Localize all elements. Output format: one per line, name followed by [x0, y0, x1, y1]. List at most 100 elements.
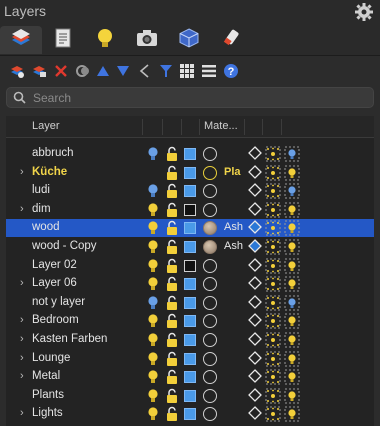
light-toggle-icon[interactable] — [284, 183, 300, 199]
material-swatch[interactable] — [203, 184, 217, 199]
layer-color-swatch[interactable] — [184, 241, 196, 253]
visibility-bulb-icon[interactable] — [147, 202, 161, 218]
light-toggle-icon[interactable] — [284, 202, 300, 218]
lock-icon[interactable] — [165, 202, 179, 218]
list-icon[interactable] — [200, 62, 218, 80]
light-toggle-icon[interactable] — [284, 165, 300, 181]
layer-name[interactable]: abbruch — [32, 147, 74, 159]
layer-name[interactable]: Plants — [32, 389, 64, 401]
sparkle-icon[interactable] — [265, 332, 281, 348]
move-down-icon[interactable] — [114, 62, 132, 80]
collapse-icon[interactable] — [136, 62, 154, 80]
visibility-bulb-icon[interactable] — [147, 295, 161, 311]
lock-icon[interactable] — [165, 183, 179, 199]
material-swatch[interactable] — [203, 388, 217, 403]
material-swatch[interactable] — [203, 295, 217, 310]
chevron-right-icon[interactable]: › — [20, 407, 24, 419]
layer-name[interactable]: dim — [32, 203, 51, 215]
lock-icon[interactable] — [165, 276, 179, 292]
layer-color-swatch[interactable] — [184, 222, 196, 235]
light-toggle-icon[interactable] — [284, 313, 300, 329]
lock-icon[interactable] — [165, 388, 179, 404]
visibility-bulb-icon[interactable] — [147, 239, 161, 255]
material-swatch[interactable] — [203, 165, 217, 180]
tab-camera[interactable] — [126, 26, 168, 54]
lock-icon[interactable] — [165, 406, 179, 422]
lock-icon[interactable] — [165, 313, 179, 329]
visibility-bulb-icon[interactable] — [147, 258, 161, 274]
visibility-bulb-icon[interactable] — [147, 388, 161, 404]
search-field[interactable] — [6, 87, 374, 108]
lock-icon[interactable] — [165, 220, 179, 236]
lock-icon[interactable] — [165, 295, 179, 311]
layer-row[interactable]: wood Ash — [6, 219, 374, 238]
diamond-icon[interactable] — [248, 387, 262, 404]
layer-row[interactable]: › Küche Pla — [6, 164, 374, 182]
light-toggle-icon[interactable] — [284, 146, 300, 162]
chevron-right-icon[interactable]: › — [20, 277, 24, 289]
layer-name[interactable]: Metal — [32, 370, 60, 382]
sparkle-icon[interactable] — [265, 202, 281, 218]
search-input[interactable] — [33, 90, 363, 106]
layer-name[interactable]: Lounge — [32, 352, 70, 364]
new-layer-folder-icon[interactable] — [30, 62, 48, 80]
layer-color-swatch[interactable] — [184, 278, 196, 291]
chevron-right-icon[interactable]: › — [20, 314, 24, 326]
grid-icon[interactable] — [178, 62, 196, 80]
light-toggle-icon[interactable] — [284, 295, 300, 311]
lock-icon[interactable] — [165, 239, 179, 255]
visibility-bulb-icon[interactable] — [147, 146, 161, 162]
light-toggle-icon[interactable] — [284, 406, 300, 422]
layer-row[interactable]: › Lounge — [6, 350, 374, 368]
tab-paint[interactable] — [210, 26, 252, 54]
sparkle-icon[interactable] — [265, 183, 281, 199]
delete-layer-icon[interactable] — [52, 62, 70, 80]
gear-icon[interactable] — [354, 2, 374, 22]
sparkle-icon[interactable] — [265, 165, 281, 181]
merge-icon[interactable] — [74, 62, 92, 80]
lock-icon[interactable] — [165, 369, 179, 385]
sparkle-icon[interactable] — [265, 220, 281, 236]
sparkle-icon[interactable] — [265, 295, 281, 311]
lock-icon[interactable] — [165, 332, 179, 348]
visibility-bulb-icon[interactable] — [147, 369, 161, 385]
layer-name[interactable]: ludi — [32, 184, 50, 196]
layer-row[interactable]: ludi — [6, 182, 374, 200]
layer-row[interactable]: › Metal — [6, 368, 374, 386]
layer-row[interactable]: Plants — [6, 387, 374, 405]
layer-color-swatch[interactable] — [184, 389, 196, 402]
light-toggle-icon[interactable] — [284, 388, 300, 404]
lock-icon[interactable] — [165, 146, 179, 162]
chevron-right-icon[interactable]: › — [20, 370, 24, 382]
diamond-icon[interactable] — [248, 406, 262, 422]
diamond-icon[interactable] — [248, 220, 262, 236]
layer-row[interactable]: › Bedroom — [6, 312, 374, 330]
material-swatch[interactable] — [203, 333, 217, 347]
layer-color-swatch[interactable] — [184, 259, 196, 272]
layer-name[interactable]: Kasten Farben — [32, 333, 107, 345]
diamond-icon[interactable] — [248, 332, 262, 348]
diamond-icon[interactable] — [248, 257, 262, 274]
material-swatch[interactable] — [203, 202, 217, 217]
chevron-right-icon[interactable]: › — [20, 203, 24, 215]
sparkle-icon[interactable] — [265, 369, 281, 385]
chevron-right-icon[interactable]: › — [20, 166, 24, 178]
light-toggle-icon[interactable] — [284, 258, 300, 274]
lock-icon[interactable] — [165, 165, 179, 181]
material-swatch[interactable] — [203, 240, 217, 254]
layer-name[interactable]: wood — [32, 221, 60, 233]
layer-row[interactable]: › dim — [6, 201, 374, 219]
visibility-bulb-icon[interactable] — [147, 332, 161, 348]
diamond-icon[interactable] — [248, 239, 262, 255]
light-toggle-icon[interactable] — [284, 276, 300, 292]
help-icon[interactable]: ? — [222, 62, 240, 80]
sparkle-icon[interactable] — [265, 351, 281, 367]
layer-color-swatch[interactable] — [184, 166, 196, 179]
light-toggle-icon[interactable] — [284, 239, 300, 255]
material-swatch[interactable] — [203, 221, 217, 236]
sparkle-icon[interactable] — [265, 146, 281, 162]
light-toggle-icon[interactable] — [284, 351, 300, 367]
diamond-icon[interactable] — [248, 183, 262, 199]
filter-icon[interactable] — [157, 62, 175, 80]
sparkle-icon[interactable] — [265, 313, 281, 329]
